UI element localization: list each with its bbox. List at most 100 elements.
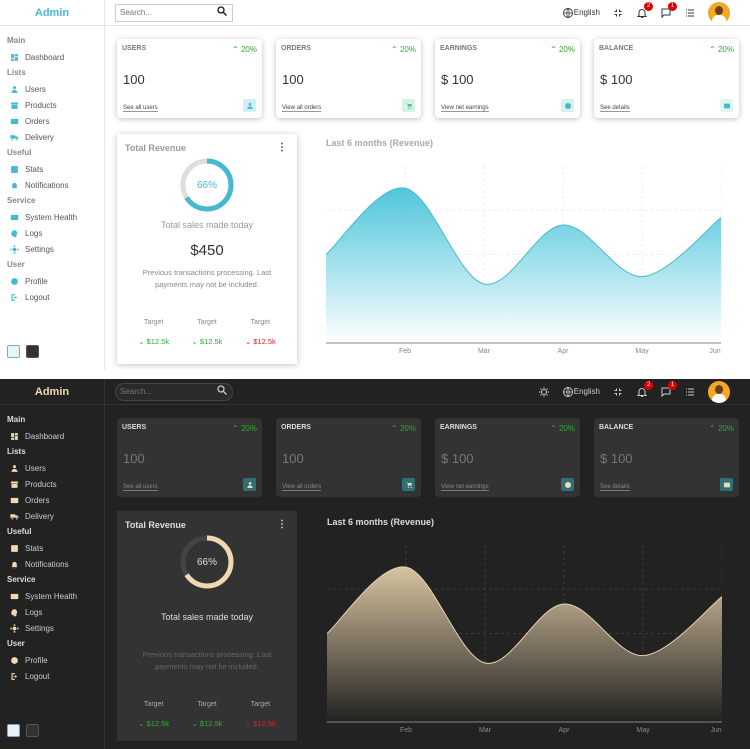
sidebar-item-settings[interactable]: Settings bbox=[7, 620, 104, 636]
light-theme-swatch[interactable] bbox=[7, 724, 20, 737]
target-label: Target bbox=[250, 319, 271, 326]
language-selector[interactable]: English bbox=[562, 7, 600, 19]
sidebar-item-label: Settings bbox=[25, 623, 54, 633]
avatar[interactable] bbox=[708, 1, 730, 24]
target-item: Target ⌄ $12.5k bbox=[138, 319, 169, 346]
sidebar-item-label: Products bbox=[25, 479, 57, 489]
fullscreen-icon[interactable] bbox=[612, 7, 624, 19]
sidebar-item-orders[interactable]: Orders bbox=[7, 492, 104, 508]
widget-link[interactable]: See all users bbox=[123, 484, 158, 491]
widget-link[interactable]: View all orders bbox=[282, 105, 322, 112]
dark-theme-swatch[interactable] bbox=[26, 345, 39, 358]
sidebar-section-title: Service bbox=[7, 575, 36, 584]
sidebar-item-logs[interactable]: Logs bbox=[7, 604, 104, 620]
sidebar-item-dashboard[interactable]: Dashboard bbox=[7, 49, 104, 65]
widget-change: ⌃ 20% bbox=[232, 45, 257, 54]
sidebar-item-system-health[interactable]: System Health bbox=[7, 588, 104, 604]
search-input[interactable] bbox=[120, 8, 210, 17]
total-revenue-card: Total Revenue ⋮ 66% Total sales made tod… bbox=[117, 511, 297, 741]
sidebar-item-profile[interactable]: Profile bbox=[7, 652, 104, 668]
widget-link[interactable]: View all orders bbox=[282, 484, 322, 491]
list-icon[interactable] bbox=[684, 386, 696, 398]
sidebar-item-users[interactable]: Users bbox=[7, 81, 104, 97]
sidebar-section-title: Lists bbox=[7, 447, 26, 456]
chart-title: Last 6 months (Revenue) bbox=[327, 517, 435, 527]
widget-change: ⌃ 20% bbox=[550, 424, 575, 433]
sidebar-item-notifications[interactable]: Notifications bbox=[7, 556, 104, 572]
app-logo[interactable]: Admin bbox=[0, 379, 104, 405]
widget-orders: ORDERS ⌃ 20% 100 View all orders bbox=[276, 39, 421, 118]
messages-button[interactable]: 1 bbox=[660, 380, 677, 398]
sidebar-item-label: System Health bbox=[25, 212, 78, 222]
wallet-icon bbox=[723, 103, 730, 108]
target-item: Target ⌄ $12.5k bbox=[192, 319, 223, 346]
target-value: ⌄ $12.5k bbox=[192, 337, 223, 346]
search-icon[interactable] bbox=[216, 4, 228, 22]
widget-icon-button[interactable] bbox=[243, 478, 256, 491]
sidebar-item-notifications[interactable]: Notifications bbox=[7, 177, 104, 193]
sidebar-item-label: Products bbox=[25, 100, 57, 110]
widget-icon-button[interactable] bbox=[402, 478, 415, 491]
search-input[interactable] bbox=[120, 387, 210, 396]
chevron-up-icon: ⌃ bbox=[232, 424, 241, 433]
search-icon[interactable] bbox=[216, 383, 228, 401]
widget-icon-button[interactable] bbox=[243, 99, 256, 112]
more-options-icon[interactable]: ⋮ bbox=[277, 142, 287, 153]
sidebar-item-delivery[interactable]: Delivery bbox=[7, 508, 104, 524]
target-value: ⌄ $12.5k bbox=[138, 337, 169, 346]
sidebar-item-orders[interactable]: Orders bbox=[7, 113, 104, 129]
dark-mode-icon[interactable] bbox=[538, 386, 550, 398]
sidebar-item-delivery[interactable]: Delivery bbox=[7, 129, 104, 145]
chevron-up-icon: ⌃ bbox=[550, 45, 559, 54]
messages-button[interactable]: 1 bbox=[660, 1, 677, 19]
sidebar-item-label: Users bbox=[25, 84, 46, 94]
topbar-actions: English 2 1 bbox=[538, 380, 730, 403]
app-logo[interactable]: Admin bbox=[0, 0, 104, 26]
widget-link[interactable]: View net earnings bbox=[441, 105, 489, 112]
language-selector[interactable]: English bbox=[562, 386, 600, 398]
notifications-button[interactable]: 2 bbox=[636, 1, 653, 19]
target-label: Target bbox=[143, 701, 164, 708]
sidebar-item-settings[interactable]: Settings bbox=[7, 241, 104, 257]
widget-link[interactable]: View net earnings bbox=[441, 484, 489, 491]
sidebar-item-label: Logs bbox=[25, 228, 43, 238]
sidebar-item-users[interactable]: Users bbox=[7, 460, 104, 476]
sidebar-item-products[interactable]: Products bbox=[7, 97, 104, 113]
store-icon bbox=[10, 102, 19, 109]
sidebar-item-products[interactable]: Products bbox=[7, 476, 104, 492]
widget-users: USERS ⌃ 20% 100 See all users bbox=[117, 418, 262, 497]
sidebar-item-stats[interactable]: Stats bbox=[7, 540, 104, 556]
widget-link[interactable]: See all users bbox=[123, 105, 158, 112]
widget-icon-button[interactable] bbox=[561, 99, 574, 112]
sidebar-item-dashboard[interactable]: Dashboard bbox=[7, 428, 104, 444]
x-tick-label: Feb bbox=[399, 348, 411, 355]
sidebar-item-logout[interactable]: Logout bbox=[7, 289, 104, 305]
list-icon[interactable] bbox=[684, 7, 696, 19]
widget-icon-button[interactable] bbox=[561, 478, 574, 491]
sidebar-item-label: Profile bbox=[25, 276, 48, 286]
widget-icon-button[interactable] bbox=[720, 478, 733, 491]
revenue-area bbox=[326, 187, 721, 343]
light-theme-swatch[interactable] bbox=[7, 345, 20, 358]
more-options-icon[interactable]: ⋮ bbox=[277, 519, 287, 530]
widget-icon-button[interactable] bbox=[402, 99, 415, 112]
search-box bbox=[115, 3, 233, 22]
revenue-description: Previous transactions processing. Last p… bbox=[142, 650, 272, 671]
widget-change-value: 20% bbox=[240, 45, 257, 54]
sidebar-item-stats[interactable]: Stats bbox=[7, 161, 104, 177]
dark-theme-swatch[interactable] bbox=[26, 724, 39, 737]
sidebar-item-logout[interactable]: Logout bbox=[7, 668, 104, 684]
chevron-down-green-icon: ⌄ bbox=[191, 337, 200, 346]
avatar[interactable] bbox=[708, 380, 730, 403]
notifications-button[interactable]: 2 bbox=[636, 380, 653, 398]
widget-link[interactable]: See details bbox=[600, 105, 630, 112]
x-tick-label: Jun bbox=[710, 727, 721, 734]
sidebar-item-system-health[interactable]: System Health bbox=[7, 209, 104, 225]
widget-link[interactable]: See details bbox=[600, 484, 630, 491]
widget-icon-button[interactable] bbox=[720, 99, 733, 112]
sidebar-item-logs[interactable]: Logs bbox=[7, 225, 104, 241]
revenue-area bbox=[327, 566, 722, 722]
sidebar-item-profile[interactable]: Profile bbox=[7, 273, 104, 289]
fullscreen-icon[interactable] bbox=[612, 386, 624, 398]
chevron-down-green-icon: ⌄ bbox=[138, 337, 147, 346]
